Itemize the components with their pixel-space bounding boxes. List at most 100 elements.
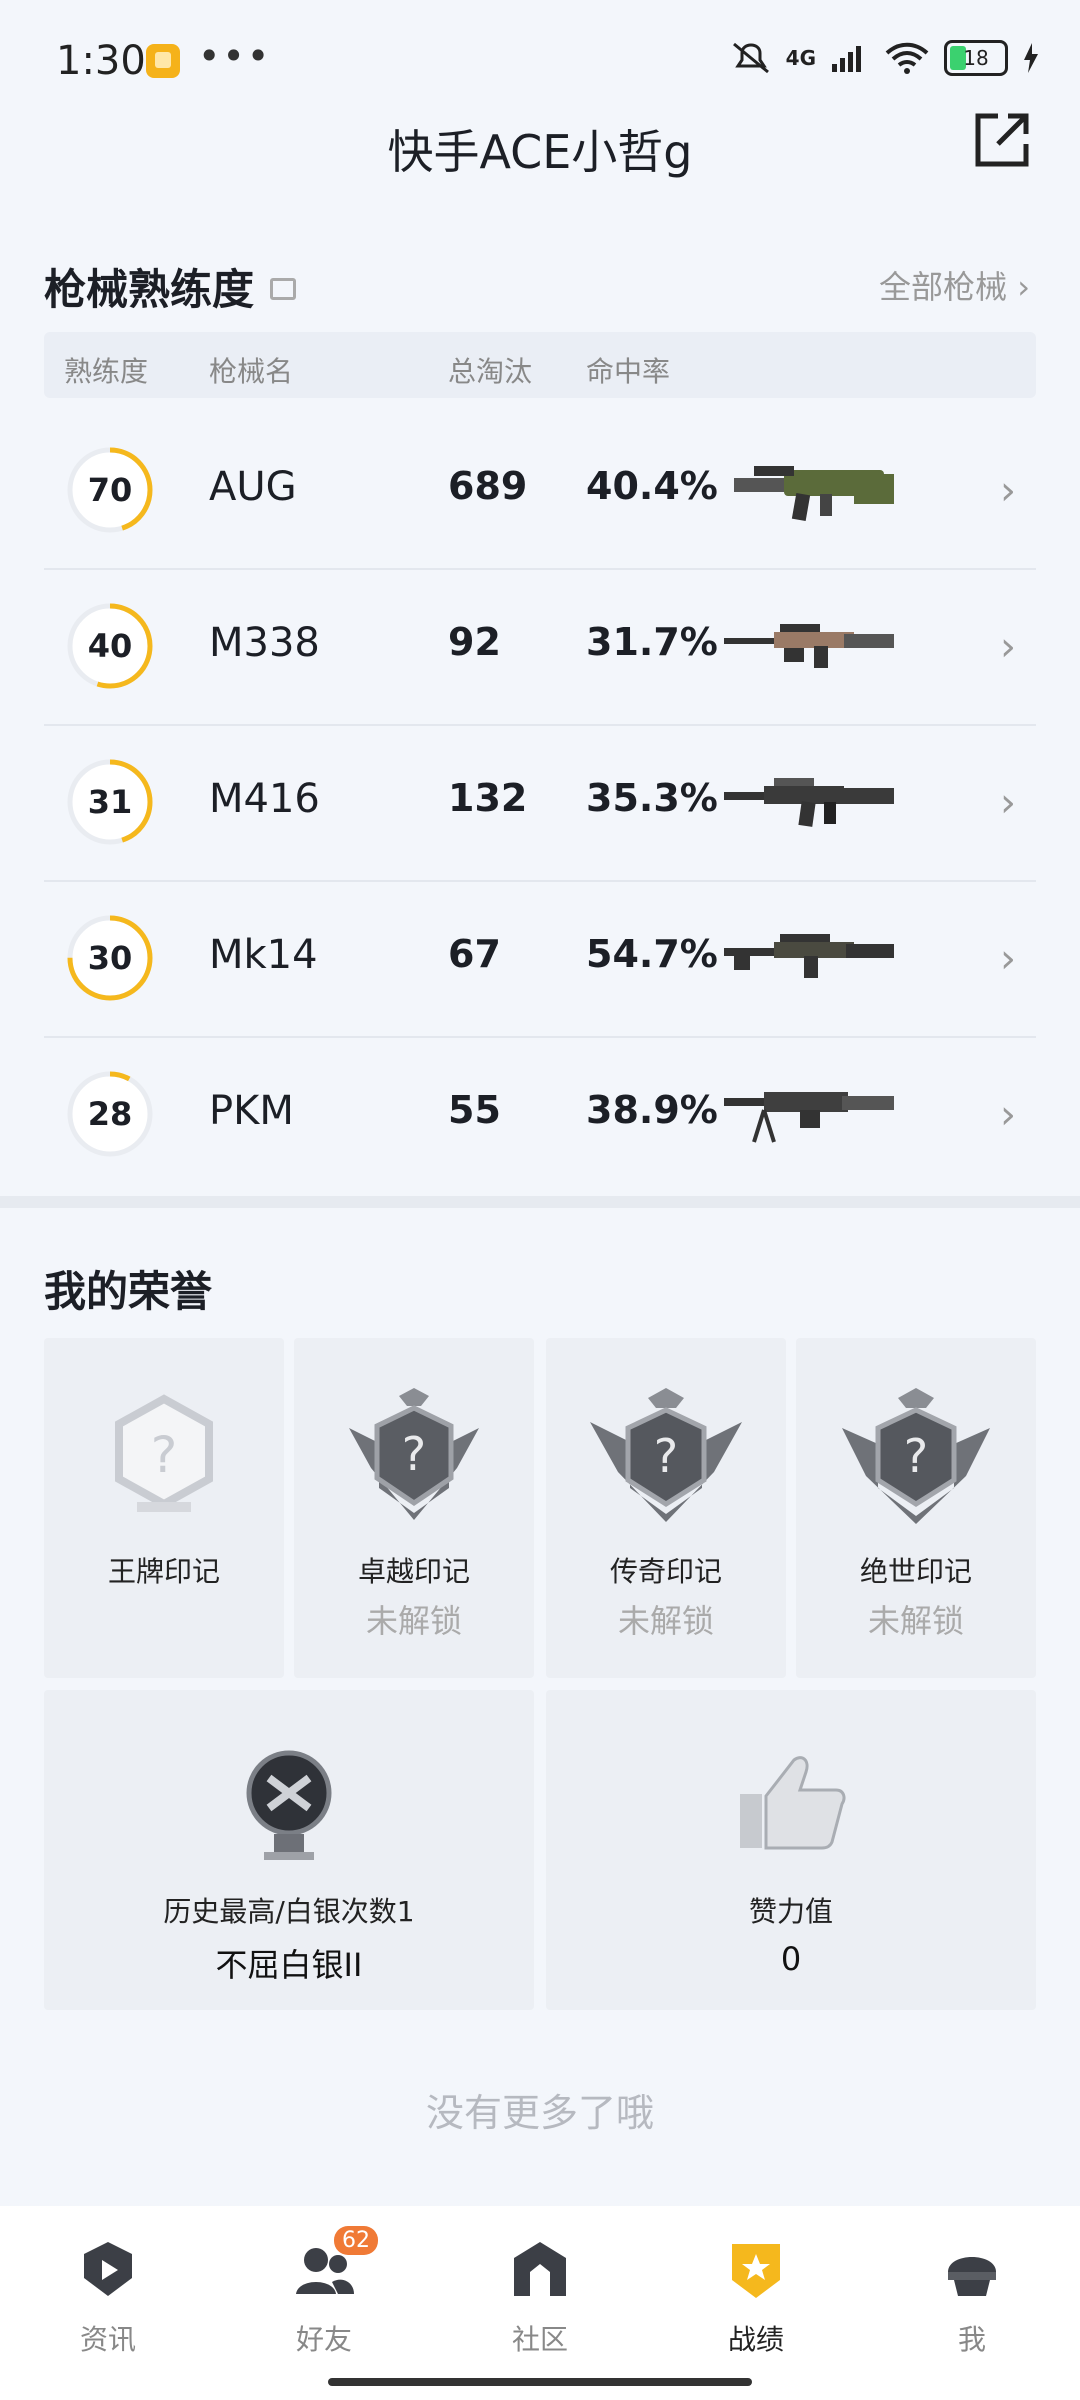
column-total-kills: 总淘汰 xyxy=(448,355,533,388)
weapon-mastery-title-text: 枪械熟练度 xyxy=(44,265,255,314)
mastery-value: 28 xyxy=(87,1095,133,1133)
header: 快手ACE小哲g xyxy=(0,110,1080,220)
share-button[interactable] xyxy=(972,110,1032,170)
thumbs-up-icon xyxy=(740,1756,846,1850)
weapon-mastery-title: 枪械熟练度 xyxy=(44,256,297,317)
badge-card-ace[interactable]: ? 王牌印记 xyxy=(44,1338,284,1678)
home-indicator[interactable] xyxy=(328,2378,752,2386)
mastery-ring: 31 xyxy=(66,758,154,846)
aug-rifle-icon xyxy=(734,466,894,522)
pkm-machine-gun-icon xyxy=(724,1092,894,1143)
tab-label: 我 xyxy=(957,2323,986,2356)
badge-card-peerless[interactable]: ? 绝世印记 未解锁 xyxy=(796,1338,1036,1678)
status-icons: 4G 18 xyxy=(730,40,1040,76)
news-icon xyxy=(84,2242,132,2296)
likes-label: 赞力值 xyxy=(748,1895,833,1928)
tab-label: 战绩 xyxy=(727,2323,784,2356)
page-title: 快手ACE小哲g xyxy=(387,125,693,179)
chevron-right-icon: › xyxy=(1000,624,1016,670)
weapon-row[interactable]: 30 Mk14 67 54.7% › xyxy=(44,880,1036,1038)
lock-icon xyxy=(270,278,297,300)
mastery-ring: 70 xyxy=(66,446,154,534)
badge-card-excellent[interactable]: ? 卓越印记 未解锁 xyxy=(294,1338,534,1678)
wifi-icon xyxy=(885,42,929,74)
rank-label: 历史最高/白银次数1 xyxy=(163,1895,415,1928)
column-mastery: 熟练度 xyxy=(64,355,149,388)
chevron-right-icon: › xyxy=(1017,268,1030,306)
weapon-row[interactable]: 28 PKM 55 38.9% › xyxy=(44,1036,1036,1192)
total-kills: 67 xyxy=(448,932,501,976)
mastery-ring: 40 xyxy=(66,602,154,690)
tab-label: 好友 xyxy=(295,2323,352,2356)
weapon-name: PKM xyxy=(209,1088,294,1134)
friends-badge: 62 xyxy=(334,2226,378,2255)
badge-label: 王牌印记 xyxy=(107,1555,220,1588)
excellent-badge-icon: ? xyxy=(349,1388,479,1520)
svg-text:?: ? xyxy=(151,1426,178,1484)
section-divider xyxy=(0,1196,1080,1208)
rank-card[interactable]: 历史最高/白银次数1 不屈白银II xyxy=(44,1690,534,2010)
record-icon xyxy=(732,2244,780,2298)
likes-value: 0 xyxy=(780,1940,802,1978)
m338-rifle-icon xyxy=(724,624,894,668)
weapon-row[interactable]: 31 M416 132 35.3% › xyxy=(44,724,1036,882)
network-type: 4G xyxy=(785,46,816,70)
weapon-name: M338 xyxy=(209,620,320,666)
ace-badge-icon: ? xyxy=(115,1394,213,1512)
m416-rifle-icon xyxy=(724,778,894,827)
badge-status: 未解锁 xyxy=(867,1602,964,1640)
accuracy: 54.7% xyxy=(586,932,718,976)
weapon-row[interactable]: 40 M338 92 31.7% › xyxy=(44,568,1036,726)
badge-card-legend[interactable]: ? 传奇印记 未解锁 xyxy=(546,1338,786,1678)
mastery-ring: 28 xyxy=(66,1070,154,1158)
mute-icon xyxy=(732,42,769,74)
bottom-tab-bar: 资讯 62 好友 社区 战绩 我 xyxy=(0,2206,1080,2400)
honors-title: 我的荣誉 xyxy=(44,1267,213,1316)
accuracy: 35.3% xyxy=(586,776,718,820)
share-icon xyxy=(975,113,1029,167)
svg-text:?: ? xyxy=(654,1429,678,1483)
signal-icon xyxy=(832,46,861,72)
legend-badge-icon: ? xyxy=(590,1388,742,1522)
svg-text:?: ? xyxy=(402,1427,426,1481)
badge-status: 未解锁 xyxy=(617,1602,714,1640)
weapon-row[interactable]: 70 AUG 689 40.4% › xyxy=(44,412,1036,570)
total-kills: 689 xyxy=(448,464,528,508)
total-kills: 92 xyxy=(448,620,501,664)
charging-icon xyxy=(1024,43,1038,73)
column-weapon-name: 枪械名 xyxy=(209,355,294,388)
tab-label: 社区 xyxy=(511,2323,568,2356)
clock: 1:30 xyxy=(56,38,146,84)
total-kills: 132 xyxy=(448,776,528,820)
badge-label: 传奇印记 xyxy=(609,1555,722,1588)
mastery-value: 30 xyxy=(87,939,133,977)
badge-status: 未解锁 xyxy=(365,1602,462,1640)
svg-text:?: ? xyxy=(904,1429,928,1483)
table-header: 熟练度 枪械名 总淘汰 命中率 xyxy=(44,332,1036,398)
all-weapons-label: 全部枪械 xyxy=(879,268,1008,306)
mastery-value: 40 xyxy=(87,627,133,665)
status-bar: 1:30 ••• 4G 18 xyxy=(0,0,1080,120)
more-notifications-icon: ••• xyxy=(198,34,272,78)
mastery-ring: 30 xyxy=(66,914,154,1002)
all-weapons-link[interactable]: 全部枪械 › xyxy=(879,262,1030,308)
likes-card[interactable]: 赞力值 0 xyxy=(546,1690,1036,2010)
weapon-name: AUG xyxy=(209,464,297,510)
silver-rank-icon xyxy=(246,1750,332,1860)
badge-label: 卓越印记 xyxy=(357,1555,470,1588)
chevron-right-icon: › xyxy=(1000,468,1016,514)
column-accuracy: 命中率 xyxy=(586,355,671,388)
weapon-name: M416 xyxy=(209,776,320,822)
community-icon xyxy=(514,2242,566,2296)
mk14-rifle-icon xyxy=(724,934,894,978)
no-more-content: 没有更多了哦 xyxy=(425,2091,654,2135)
accuracy: 40.4% xyxy=(586,464,718,508)
peerless-badge-icon: ? xyxy=(842,1388,990,1524)
chevron-right-icon: › xyxy=(1000,1092,1016,1138)
weapon-name: Mk14 xyxy=(209,932,318,978)
chevron-right-icon: › xyxy=(1000,936,1016,982)
battery-icon: 18 xyxy=(944,40,1008,76)
notification-app-icon xyxy=(146,44,180,78)
total-kills: 55 xyxy=(448,1088,501,1132)
accuracy: 38.9% xyxy=(586,1088,718,1132)
